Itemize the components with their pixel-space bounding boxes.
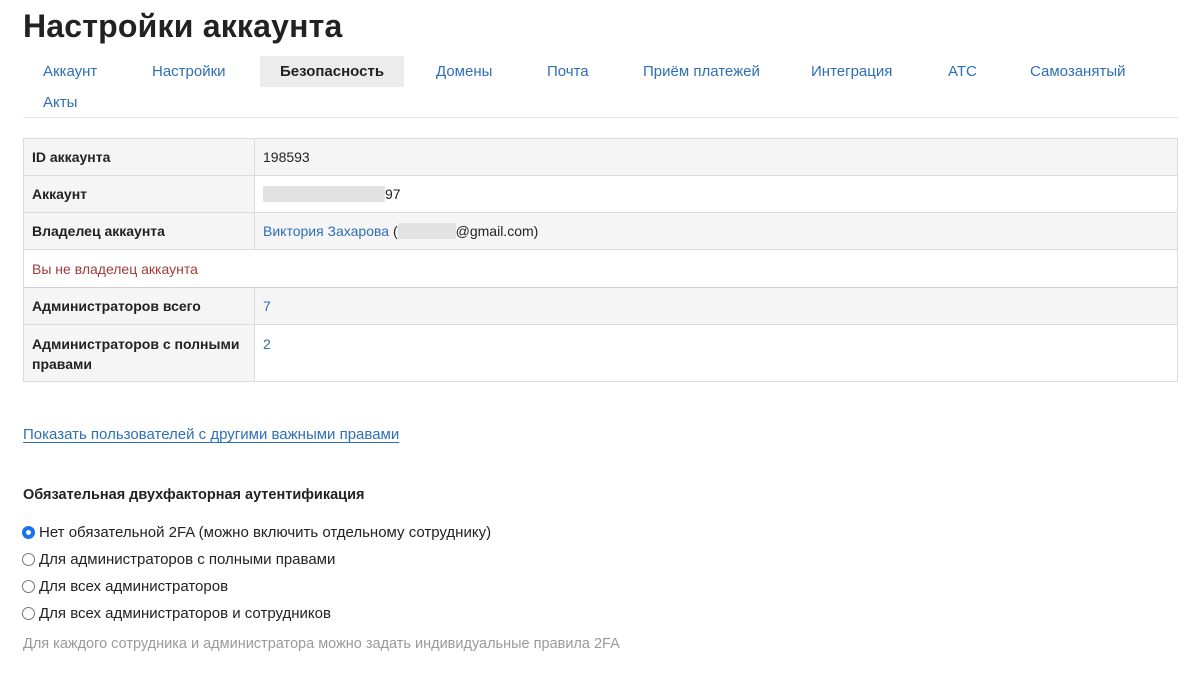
radio-button[interactable]: [22, 607, 35, 620]
twofa-section-title: Обязательная двухфакторная аутентификаци…: [23, 487, 365, 503]
twofa-option-label: Нет обязательной 2FA (можно включить отд…: [39, 524, 492, 541]
account-label: Аккаунт: [23, 175, 255, 213]
table-row: Вы не владелец аккаунта: [23, 249, 1178, 288]
table-row: Администраторов всего 7: [23, 287, 1178, 325]
twofa-option-all-admins[interactable]: Для всех администраторов: [22, 578, 228, 595]
twofa-option-label: Для всех администраторов и сотрудников: [39, 605, 331, 622]
show-important-users-link[interactable]: Показать пользователей с другими важными…: [23, 426, 399, 443]
twofa-option-label: Для всех администраторов: [39, 578, 229, 595]
owner-email-prefix: (: [389, 223, 398, 239]
tab-acts[interactable]: Акты: [23, 87, 97, 118]
masked-owner-email: [397, 223, 456, 239]
owner-label: Владелец аккаунта: [23, 212, 255, 250]
table-row: Владелец аккаунта Виктория Захарова ( @gm…: [23, 212, 1178, 250]
settings-tabs: Аккаунт Настройки Безопасность Домены По…: [23, 56, 1178, 118]
owner-value: Виктория Захарова ( @gmail.com): [254, 212, 1178, 250]
tab-settings[interactable]: Настройки: [132, 56, 246, 87]
admins-full-link[interactable]: 2: [263, 336, 271, 352]
masked-account-name: [263, 186, 385, 202]
tab-mail[interactable]: Почта: [527, 56, 609, 87]
radio-button-checked[interactable]: [22, 526, 35, 539]
owner-name-link[interactable]: Виктория Захарова: [263, 223, 389, 239]
account-id-label: ID аккаунта: [23, 138, 255, 176]
radio-button[interactable]: [22, 553, 35, 566]
tab-self-employed[interactable]: Самозанятый: [1010, 56, 1146, 87]
page-title: Настройки аккаунта: [23, 8, 343, 44]
admins-full-value: 2: [254, 324, 1178, 382]
account-id-value: 198593: [254, 138, 1178, 176]
tab-integration[interactable]: Интеграция: [791, 56, 912, 87]
tab-security[interactable]: Безопасность: [260, 56, 405, 87]
account-value: 97: [254, 175, 1178, 213]
twofa-option-none[interactable]: Нет обязательной 2FA (можно включить отд…: [22, 524, 491, 541]
account-info-table: ID аккаунта 198593 Аккаунт 97 Владелец а…: [23, 138, 1178, 382]
twofa-option-full-admins[interactable]: Для администраторов с полными правами: [22, 551, 335, 568]
not-owner-notice: Вы не владелец аккаунта: [23, 249, 1178, 288]
account-settings-page: Настройки аккаунта Аккаунт Настройки Без…: [0, 0, 1200, 673]
owner-email-suffix: @gmail.com): [455, 223, 539, 239]
table-row: Администраторов с полными правами 2: [23, 324, 1178, 382]
account-value-suffix: 97: [385, 186, 401, 202]
admins-full-label: Администраторов с полными правами: [23, 324, 255, 382]
tab-account[interactable]: Аккаунт: [23, 56, 117, 87]
tab-pbx[interactable]: АТС: [928, 56, 997, 87]
tab-domains[interactable]: Домены: [416, 56, 512, 87]
admins-total-link[interactable]: 7: [263, 298, 271, 314]
radio-button[interactable]: [22, 580, 35, 593]
admins-total-label: Администраторов всего: [23, 287, 255, 325]
table-row: ID аккаунта 198593: [23, 138, 1178, 176]
tab-payments[interactable]: Приём платежей: [623, 56, 780, 87]
twofa-option-label: Для администраторов с полными правами: [39, 551, 336, 568]
twofa-option-all-users[interactable]: Для всех администраторов и сотрудников: [22, 605, 331, 622]
admins-total-value: 7: [254, 287, 1178, 325]
twofa-hint: Для каждого сотрудника и администратора …: [23, 636, 620, 652]
table-row: Аккаунт 97: [23, 175, 1178, 213]
